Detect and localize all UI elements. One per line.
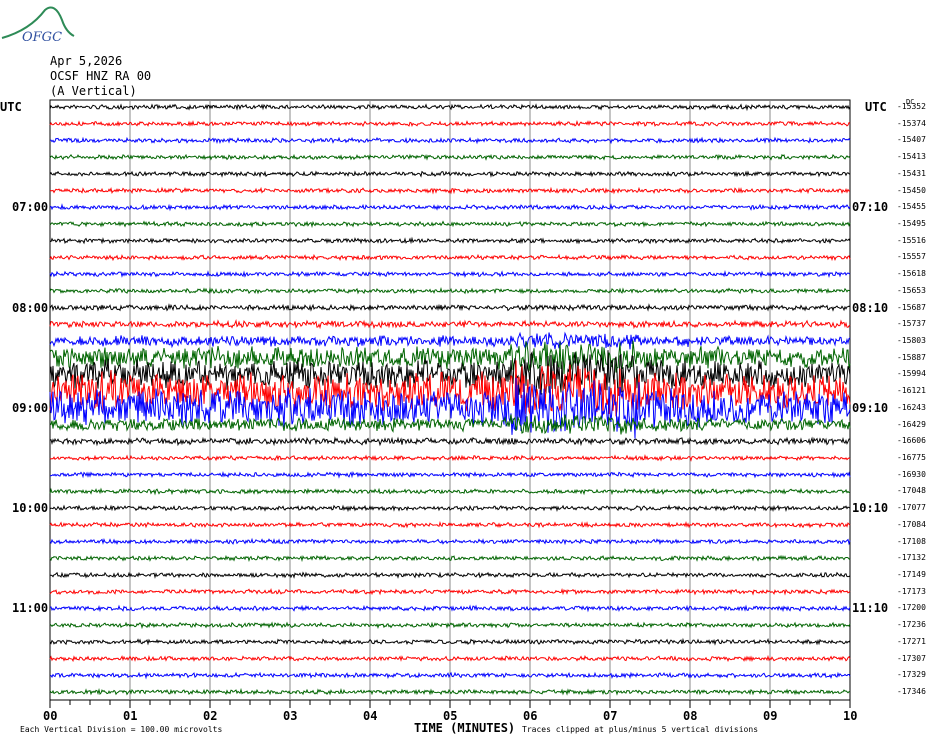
dc-offset-label: -17108 (897, 536, 926, 546)
x-tick-label: 02 (203, 709, 218, 723)
left-hour-label: 11:00 (12, 601, 49, 616)
component-label: (A Vertical) (50, 84, 137, 98)
dc-offset-label: -17271 (897, 636, 926, 646)
x-tick-label: 06 (523, 709, 538, 723)
left-hour-label: 10:00 (12, 501, 49, 516)
dc-offset-label: -15557 (897, 252, 926, 262)
x-tick-label: 03 (283, 709, 298, 723)
dc-offset-label: -16243 (897, 402, 926, 412)
dc-offset-label: -15450 (897, 185, 926, 195)
dc-offset-label: -15413 (897, 152, 926, 162)
dc-offset-label: -17149 (897, 570, 926, 579)
clip-note: Traces clipped at plus/minus 5 vertical … (522, 725, 759, 734)
dc-offset-label: -17048 (897, 486, 926, 496)
dc-offset-label: -17132 (897, 553, 926, 563)
helicorder-plot: OFGC (1, 6, 851, 708)
x-axis-title: TIME (MINUTES) (414, 721, 516, 735)
dc-offset-label: -16775 (897, 453, 926, 462)
dc-offset-label: -16121 (897, 386, 926, 396)
dc-offset-label: -17084 (897, 519, 926, 529)
left-hour-label: 07:00 (12, 200, 49, 215)
dc-offset-label: -17346 (897, 687, 926, 696)
dc-offset-label: -15737 (897, 319, 926, 329)
dc-offset-label: -17077 (897, 503, 926, 513)
seismogram: OFGC Apr 5,2026 OCSF HNZ RA 00 (A Vertic… (0, 0, 930, 744)
dc-offset-label: -17329 (897, 670, 926, 680)
dc-offset-label: -15803 (897, 336, 926, 345)
dc-offset-label: -16606 (897, 436, 926, 446)
date-label: Apr 5,2026 (50, 54, 123, 68)
dc-offset-label: -15431 (897, 168, 926, 178)
x-tick-label: 07 (603, 709, 618, 723)
right-hour-label: 10:10 (852, 501, 889, 516)
dc-offset-label: -15618 (897, 269, 926, 279)
dc-offset-label: -15687 (897, 302, 926, 312)
x-tick-label: 04 (363, 709, 378, 723)
x-tick-label: 08 (683, 709, 698, 723)
dc-offset-label: -15374 (897, 118, 926, 128)
x-tick-label: 00 (43, 709, 58, 723)
dc-offset-label: -15994 (897, 369, 926, 379)
dc-offset-label: -15495 (897, 219, 926, 228)
dc-offset-label: -15455 (897, 202, 926, 212)
dc-offset-label: -16930 (897, 469, 926, 479)
dc-offset-label: -15516 (897, 235, 926, 245)
right-hour-label: 09:10 (852, 400, 889, 415)
left-utc-label: UTC (0, 100, 22, 114)
dc-offset-label: -17236 (897, 620, 926, 630)
left-hour-label: 09:00 (12, 400, 49, 415)
dc-offset-label: -15352 (897, 102, 926, 111)
svg-text:OFGC: OFGC (22, 30, 62, 45)
station-label: OCSF HNZ RA 00 (50, 69, 152, 83)
right-hour-label: 11:10 (852, 601, 889, 616)
dc-offset-label: -15407 (897, 135, 926, 145)
right-hour-label: 07:10 (852, 200, 889, 215)
scale-note: Each Vertical Division = 100.00 microvol… (20, 725, 223, 734)
dc-offset-label: -17173 (897, 586, 926, 596)
dc-offset-label: -15887 (897, 352, 926, 362)
dc-offset-label: -16429 (897, 419, 926, 429)
x-tick-label: 01 (123, 709, 138, 723)
right-utc-label: UTC (865, 100, 887, 114)
dc-offset-label: -15653 (897, 285, 926, 295)
left-hour-label: 08:00 (12, 300, 49, 315)
ofgc-logo: OFGC (1, 6, 75, 45)
dc-offset-label: -17200 (897, 603, 926, 613)
x-tick-label: 10 (843, 709, 858, 723)
right-hour-label: 08:10 (852, 300, 889, 315)
dc-offset-label: -17307 (897, 653, 926, 663)
x-tick-label: 09 (763, 709, 778, 723)
